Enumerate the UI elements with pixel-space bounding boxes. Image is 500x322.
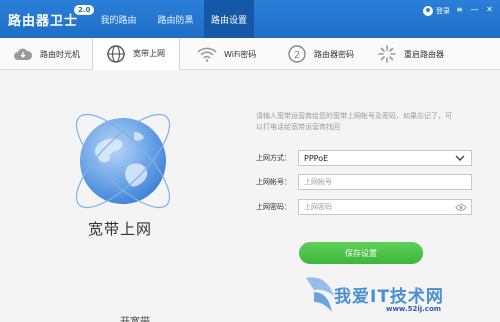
settings-subtabs: 路由时光机 宽带上网 WiFi密码 2 路由器密码 重启路由器 (0, 38, 500, 71)
password-row: 上网密码： 上网密码 (256, 199, 472, 215)
globe-illustration (58, 96, 188, 226)
section-caption: 宽带上网 (87, 220, 152, 238)
method-row: 上网方式： PPPoE (256, 150, 472, 166)
main-nav: 我的路由 路由防黑 路由设置 (90, 0, 254, 38)
restart-icon (376, 43, 398, 65)
account-row: 上网帐号： 上网帐号 (256, 174, 472, 190)
subtab-restart-router[interactable]: 重启路由器 (366, 38, 466, 70)
account-placeholder: 上网帐号 (304, 178, 332, 186)
tab-router-protection[interactable]: 路由防黑 (147, 0, 204, 38)
subtab-router-password[interactable]: 2 路由器密码 (268, 38, 366, 70)
subtab-wifi-password[interactable]: WiFi密码 (180, 38, 268, 70)
subtab-broadband[interactable]: 宽带上网 (92, 38, 180, 71)
app-title: 路由器卫士 (8, 14, 79, 29)
password-input[interactable]: 上网密码 (298, 199, 472, 215)
watermark-url: www.52ij.com (386, 305, 442, 313)
watermark-text: 我爱IT技术网 (334, 287, 444, 307)
minimize-icon[interactable]: — (468, 4, 481, 15)
watermark: 我爱IT技术网 www.52ij.com (300, 270, 496, 320)
tab-my-router[interactable]: 我的路由 (90, 0, 147, 38)
subtab-time-machine[interactable]: 路由时光机 (0, 38, 92, 70)
subtab-label: 重启路由器 (404, 49, 444, 59)
window-controls: ≡ — ✕ (453, 4, 496, 15)
close-icon[interactable]: ✕ (483, 4, 496, 15)
user-icon (423, 6, 433, 16)
subtab-label: 路由时光机 (40, 49, 80, 59)
key-icon: 2 (286, 43, 308, 65)
menu-icon[interactable]: ≡ (453, 4, 466, 15)
wifi-icon (196, 43, 218, 65)
account-label: 上网帐号： (256, 178, 291, 186)
svg-text:2: 2 (294, 50, 300, 61)
save-button[interactable]: 保存设置 (299, 242, 423, 264)
login-label: 登录 (436, 7, 450, 15)
partial-footer-text: 开宽带 (120, 313, 150, 322)
subtab-label: 宽带上网 (133, 49, 165, 58)
title-bar: 路由器卫士 2.0 我的路由 路由防黑 路由设置 登录 ≡ — ✕ (0, 0, 500, 38)
subtab-label: WiFi密码 (224, 49, 257, 59)
login-link[interactable]: 登录 (423, 6, 450, 16)
instruction-text: 请输入宽带运营商给您的宽带上网帐号及密码，如果忘记了，可以打电话给宽带运营商找回 (256, 112, 452, 131)
password-placeholder: 上网密码 (304, 203, 332, 211)
chevron-down-icon (455, 154, 465, 164)
eye-icon[interactable] (455, 203, 467, 214)
cloud-icon (12, 43, 34, 65)
connection-method-select[interactable]: PPPoE (298, 150, 472, 166)
method-label: 上网方式： (256, 154, 291, 162)
main-panel: 宽带上网 请输入宽带运营商给您的宽带上网帐号及密码，如果忘记了，可以打电话给宽带… (0, 70, 500, 322)
subtab-label: 路由器密码 (314, 49, 354, 59)
globe-icon (75, 113, 171, 209)
account-input[interactable]: 上网帐号 (298, 174, 472, 190)
globe-icon (105, 43, 127, 65)
method-value: PPPoE (304, 153, 329, 163)
tab-router-settings[interactable]: 路由设置 (204, 0, 254, 38)
password-label: 上网密码： (256, 203, 291, 211)
